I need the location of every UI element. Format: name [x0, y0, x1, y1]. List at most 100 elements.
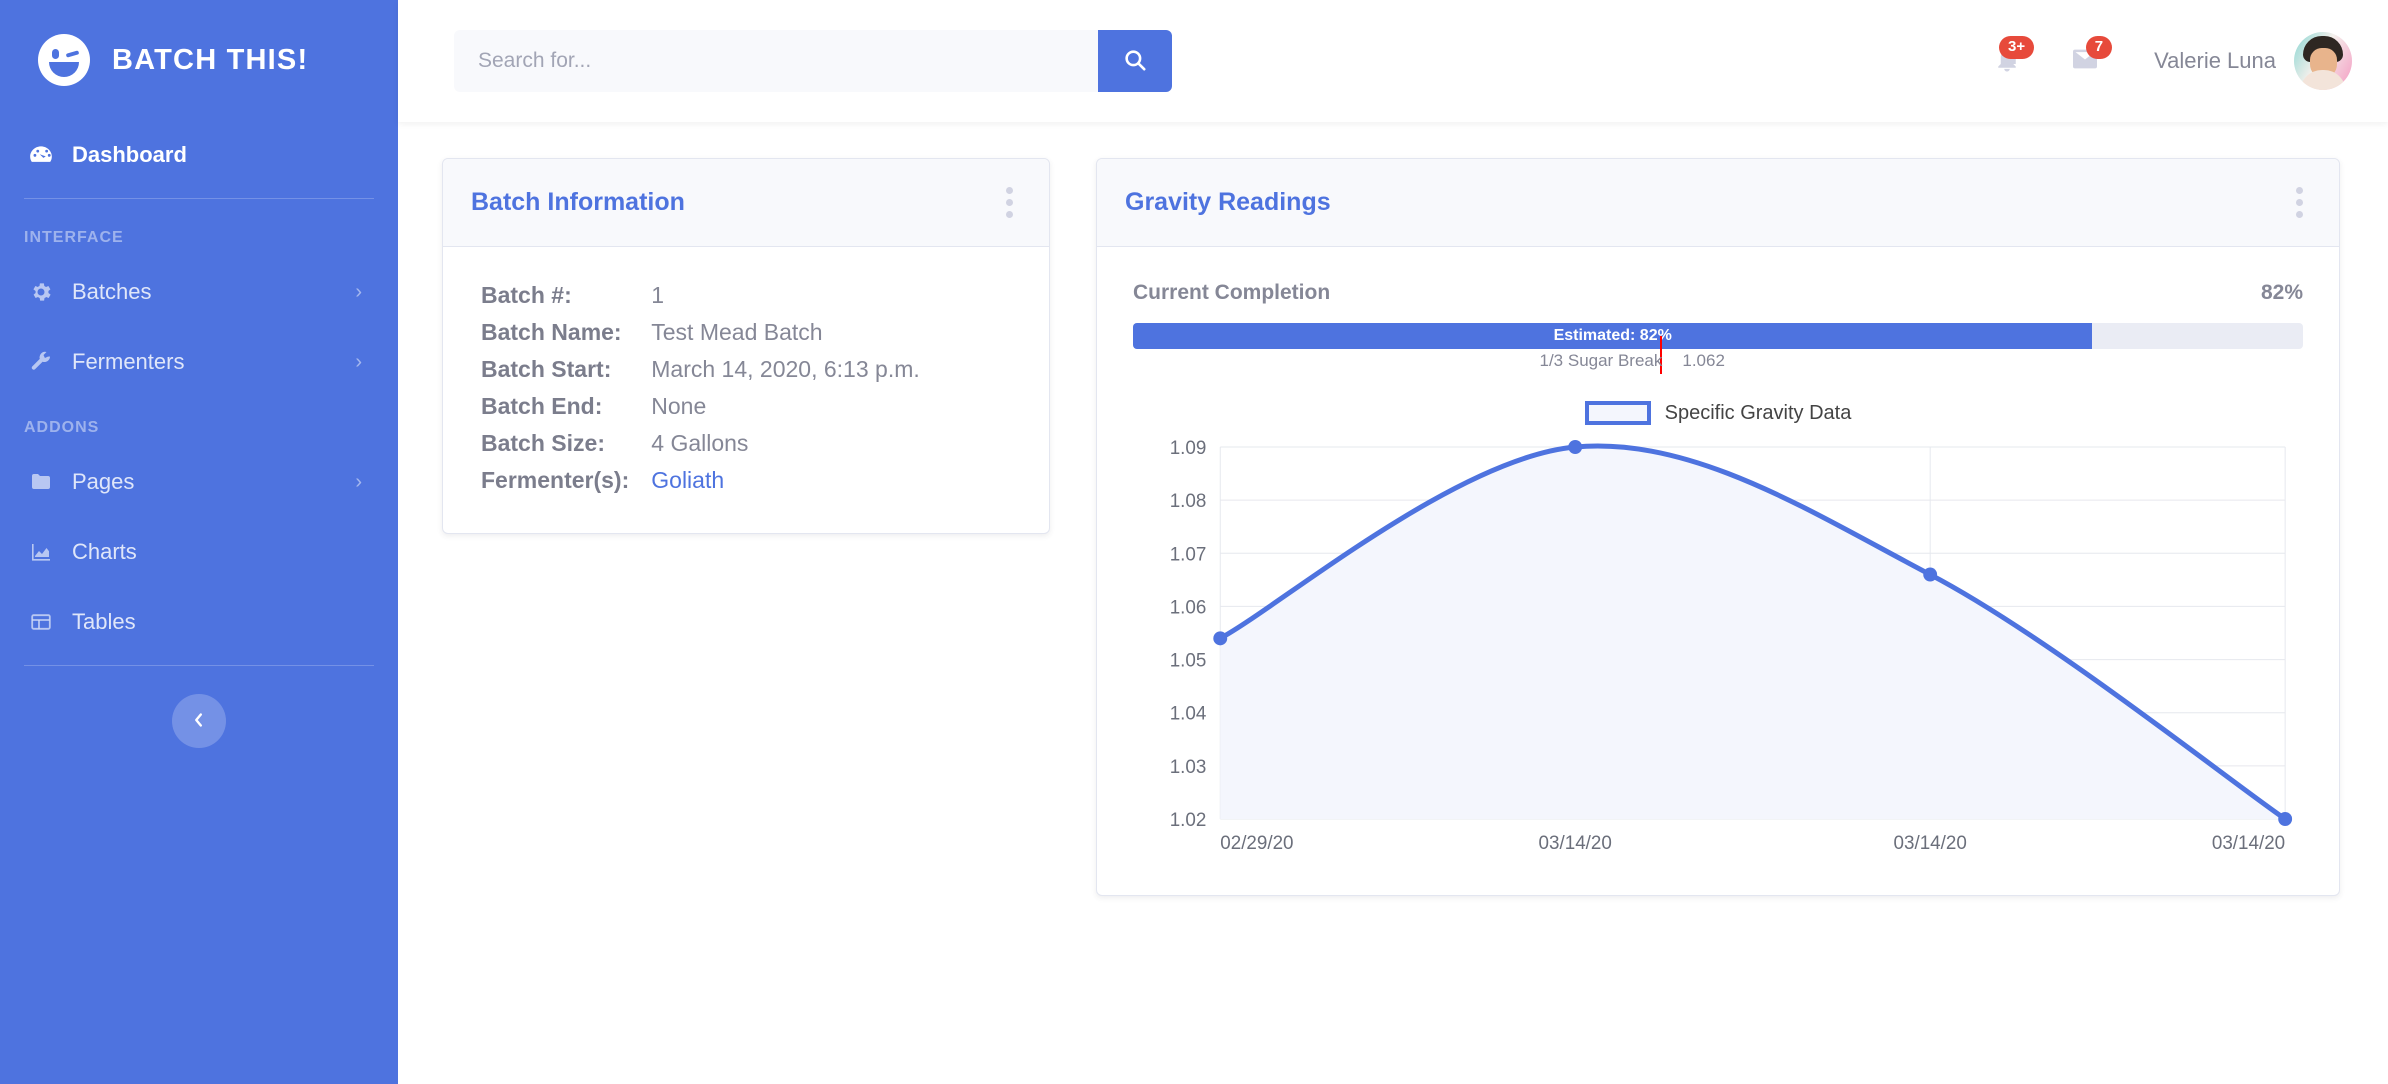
row-key: Batch Start:: [481, 351, 651, 388]
chevron-left-icon: [188, 709, 210, 734]
completion-label: Current Completion: [1133, 281, 1330, 305]
table-icon: [24, 610, 58, 634]
alerts-badge: 3+: [1999, 36, 2034, 59]
sidebar-heading-interface: INTERFACE: [0, 207, 398, 257]
svg-text:03/14/20: 03/14/20: [1894, 833, 1967, 854]
sidebar-item-label: Charts: [72, 539, 362, 565]
legend-swatch: [1585, 401, 1651, 425]
marker-left-label: 1/3 Sugar Break: [1540, 351, 1673, 371]
gravity-chart: Specific Gravity Data 1.091.081.071.061.…: [1133, 401, 2303, 865]
row-key: Fermenter(s):: [481, 462, 651, 499]
completion-row: Current Completion 82%: [1133, 281, 2303, 305]
app-root: BATCH THIS! Dashboard INTERFACE Batches …: [0, 0, 2388, 1084]
svg-text:1.05: 1.05: [1170, 651, 1207, 672]
chevron-right-icon: ›: [355, 472, 362, 492]
messages-button[interactable]: 7: [2046, 30, 2124, 92]
completion-percent: 82%: [2261, 281, 2303, 305]
batch-info-table: Batch #: 1 Batch Name: Test Mead Batch B…: [481, 277, 920, 499]
sidebar-item-label: Fermenters: [72, 349, 355, 375]
sidebar-item-tables[interactable]: Tables: [0, 587, 398, 657]
chevron-right-icon: ›: [355, 282, 362, 302]
brand[interactable]: BATCH THIS!: [0, 0, 398, 120]
batch-card-title: Batch Information: [471, 188, 685, 217]
wrench-icon: [24, 350, 58, 374]
table-row: Batch End: None: [481, 388, 920, 425]
chart-svg: 1.09 1.08 1.07 1.06 1.05 1.04 1.03 1.02 02/29/20…: [1133, 435, 2303, 865]
sugar-break-labels: 1/3 Sugar Break 1.062: [1540, 351, 1725, 371]
legend-label: Specific Gravity Data: [1665, 402, 1852, 425]
gravity-card-header: Gravity Readings: [1097, 159, 2339, 247]
topbar: 3+ 7 Valerie Luna: [398, 0, 2388, 122]
user-name: Valerie Luna: [2154, 48, 2276, 74]
gear-icon: [24, 280, 58, 304]
row-key: Batch End:: [481, 388, 651, 425]
svg-text:1.04: 1.04: [1170, 704, 1207, 725]
sidebar-item-fermenters[interactable]: Fermenters ›: [0, 327, 398, 397]
avatar[interactable]: [2294, 32, 2352, 90]
search-bar: [454, 30, 1172, 92]
row-value: March 14, 2020, 6:13 p.m.: [651, 351, 920, 388]
search-icon: [1122, 47, 1148, 76]
sidebar-item-dashboard[interactable]: Dashboard: [0, 120, 398, 190]
table-row: Batch Size: 4 Gallons: [481, 425, 920, 462]
topbar-right: 3+ 7 Valerie Luna: [1968, 30, 2352, 92]
sidebar-item-label: Batches: [72, 279, 355, 305]
sidebar: BATCH THIS! Dashboard INTERFACE Batches …: [0, 0, 398, 1084]
progress-track: Estimated: 82%: [1133, 323, 2303, 349]
svg-text:1.02: 1.02: [1170, 810, 1207, 831]
gravity-readings-card: Gravity Readings Current Completion 82% …: [1096, 158, 2340, 896]
chart-legend: Specific Gravity Data: [1133, 401, 2303, 425]
row-key: Batch Name:: [481, 314, 651, 351]
search-button[interactable]: [1098, 30, 1172, 92]
row-value: Goliath: [651, 462, 920, 499]
sidebar-item-label: Pages: [72, 469, 355, 495]
row-key: Batch #:: [481, 277, 651, 314]
svg-text:1.03: 1.03: [1170, 757, 1207, 778]
svg-text:03/14/20: 03/14/20: [1539, 833, 1612, 854]
svg-text:1.07: 1.07: [1170, 544, 1207, 565]
gravity-card-title: Gravity Readings: [1125, 188, 1331, 217]
table-row: Batch Start: March 14, 2020, 6:13 p.m.: [481, 351, 920, 388]
brand-title: BATCH THIS!: [112, 44, 308, 77]
sidebar-heading-addons: ADDONS: [0, 397, 398, 447]
svg-text:1.08: 1.08: [1170, 491, 1207, 512]
row-value: Test Mead Batch: [651, 314, 920, 351]
sidebar-item-batches[interactable]: Batches ›: [0, 257, 398, 327]
messages-badge: 7: [2086, 36, 2112, 59]
fermenter-link[interactable]: Goliath: [651, 467, 724, 493]
sidebar-item-label: Tables: [72, 609, 362, 635]
kebab-menu-icon[interactable]: [2288, 181, 2311, 224]
gravity-card-body: Current Completion 82% Estimated: 82% 1/…: [1097, 247, 2339, 895]
sidebar-divider-2: [24, 665, 374, 666]
search-input[interactable]: [454, 30, 1098, 92]
row-value: 4 Gallons: [651, 425, 920, 462]
batch-card-header: Batch Information: [443, 159, 1049, 247]
batch-information-card: Batch Information Batch #: 1 Batch Name:: [442, 158, 1050, 534]
row-value: None: [651, 388, 920, 425]
main-area: 3+ 7 Valerie Luna: [398, 0, 2388, 1084]
content-area: Batch Information Batch #: 1 Batch Name:: [398, 122, 2388, 1084]
marker-right-label: 1.062: [1672, 351, 1725, 371]
progress-wrap: Estimated: 82% 1/3 Sugar Break 1.062: [1133, 323, 2303, 349]
table-row: Batch #: 1: [481, 277, 920, 314]
sidebar-item-label: Dashboard: [72, 142, 362, 168]
folder-icon: [24, 470, 58, 494]
progress-bar: Estimated: 82%: [1133, 323, 2092, 349]
svg-text:1.09: 1.09: [1170, 438, 1207, 459]
tachometer-icon: [24, 142, 58, 168]
chart-area-icon: [24, 540, 58, 564]
svg-text:1.06: 1.06: [1170, 597, 1207, 618]
alerts-button[interactable]: 3+: [1968, 30, 2046, 92]
sidebar-item-pages[interactable]: Pages ›: [0, 447, 398, 517]
row-value: 1: [651, 277, 920, 314]
svg-text:02/29/20: 02/29/20: [1220, 833, 1293, 854]
svg-text:03/14/20: 03/14/20: [2212, 833, 2285, 854]
row-key: Batch Size:: [481, 425, 651, 462]
kebab-menu-icon[interactable]: [998, 181, 1021, 224]
smiley-wink-icon: [38, 34, 90, 86]
sidebar-item-charts[interactable]: Charts: [0, 517, 398, 587]
sidebar-collapse-wrap: [0, 694, 398, 748]
batch-card-body: Batch #: 1 Batch Name: Test Mead Batch B…: [443, 247, 1049, 533]
chart-plot: 1.09 1.08 1.07 1.06 1.05 1.04 1.03 1.02 02/29/20…: [1133, 435, 2303, 865]
sidebar-collapse-button[interactable]: [172, 694, 226, 748]
